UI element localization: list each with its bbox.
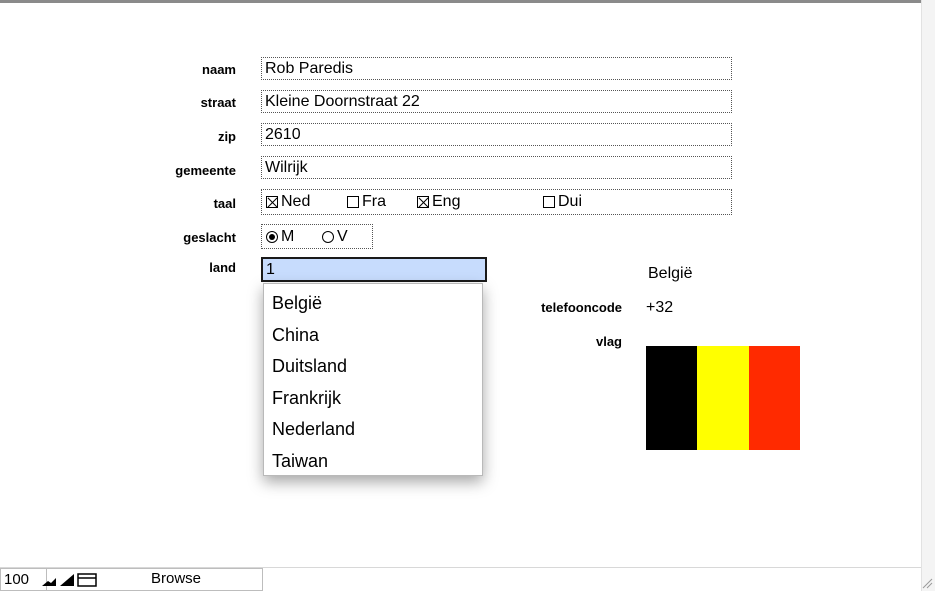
checkbox-checked-icon xyxy=(266,196,278,208)
dropdown-option-taiwan[interactable]: Taiwan xyxy=(264,446,482,478)
radio-unselected-icon xyxy=(322,231,334,243)
dropdown-option-duitsland[interactable]: Duitsland xyxy=(264,351,482,383)
gemeente-field[interactable]: Wilrijk xyxy=(261,156,732,179)
dropdown-option-belgie[interactable]: België xyxy=(264,288,482,320)
land-dropdown-list: België China Duitsland Frankrijk Nederla… xyxy=(263,283,483,476)
dropdown-option-china[interactable]: China xyxy=(264,320,482,352)
resize-grip-icon[interactable] xyxy=(919,575,933,589)
telefooncode-value: +32 xyxy=(646,299,674,316)
dropdown-option-frankrijk[interactable]: Frankrijk xyxy=(264,383,482,415)
zoom-value: 100 xyxy=(4,570,30,588)
naam-field[interactable]: Rob Paredis xyxy=(261,57,732,80)
telefooncode-label: telefooncode xyxy=(541,300,622,315)
vlag-label: vlag xyxy=(595,334,622,349)
naam-label: naam xyxy=(202,62,236,77)
taal-option-label: Dui xyxy=(558,193,583,210)
mode-label[interactable]: Browse xyxy=(151,570,201,587)
taal-checkbox-dui[interactable]: Dui xyxy=(543,192,582,212)
country-name: België xyxy=(648,265,693,282)
geslacht-radio-group: M V xyxy=(261,224,373,249)
checkbox-unchecked-icon xyxy=(543,196,555,208)
zoom-in-icon[interactable] xyxy=(59,573,75,587)
flag-stripe-3 xyxy=(748,346,800,450)
window-top-border xyxy=(0,0,935,3)
land-field[interactable]: 1 xyxy=(261,257,487,282)
taal-option-label: Eng xyxy=(432,193,461,210)
flag-stripe-2 xyxy=(697,346,749,450)
status-area: 100 Browse xyxy=(0,568,263,591)
zoom-out-icon[interactable] xyxy=(41,573,57,587)
taal-checkbox-ned[interactable]: Ned xyxy=(266,192,310,212)
taal-option-label: Fra xyxy=(362,193,386,210)
taal-label: taal xyxy=(213,196,236,211)
zoom-controls xyxy=(41,573,97,587)
geslacht-option-label: M xyxy=(281,228,295,245)
geslacht-option-label: V xyxy=(337,228,348,245)
checkbox-checked-icon xyxy=(417,196,429,208)
status-toolbar-toggle-icon[interactable] xyxy=(77,573,97,587)
geslacht-radio-v[interactable]: V xyxy=(322,227,348,247)
zip-field[interactable]: 2610 xyxy=(261,123,732,146)
taal-checkbox-fra[interactable]: Fra xyxy=(347,192,386,212)
land-label: land xyxy=(209,260,236,275)
zip-label: zip xyxy=(217,129,236,144)
radio-selected-icon xyxy=(266,231,278,243)
straat-field[interactable]: Kleine Doornstraat 22 xyxy=(261,90,732,113)
country-flag xyxy=(646,346,800,450)
taal-checkbox-group: Ned Fra Eng Dui xyxy=(261,189,732,215)
vertical-scrollbar[interactable] xyxy=(921,0,935,591)
geslacht-radio-m[interactable]: M xyxy=(266,227,294,247)
straat-label: straat xyxy=(200,95,236,110)
dropdown-option-nederland[interactable]: Nederland xyxy=(264,414,482,446)
taal-checkbox-eng[interactable]: Eng xyxy=(417,192,460,212)
flag-stripe-1 xyxy=(646,346,698,450)
gemeente-label: gemeente xyxy=(175,163,236,178)
geslacht-label: geslacht xyxy=(183,230,236,245)
checkbox-unchecked-icon xyxy=(347,196,359,208)
taal-option-label: Ned xyxy=(281,193,311,210)
